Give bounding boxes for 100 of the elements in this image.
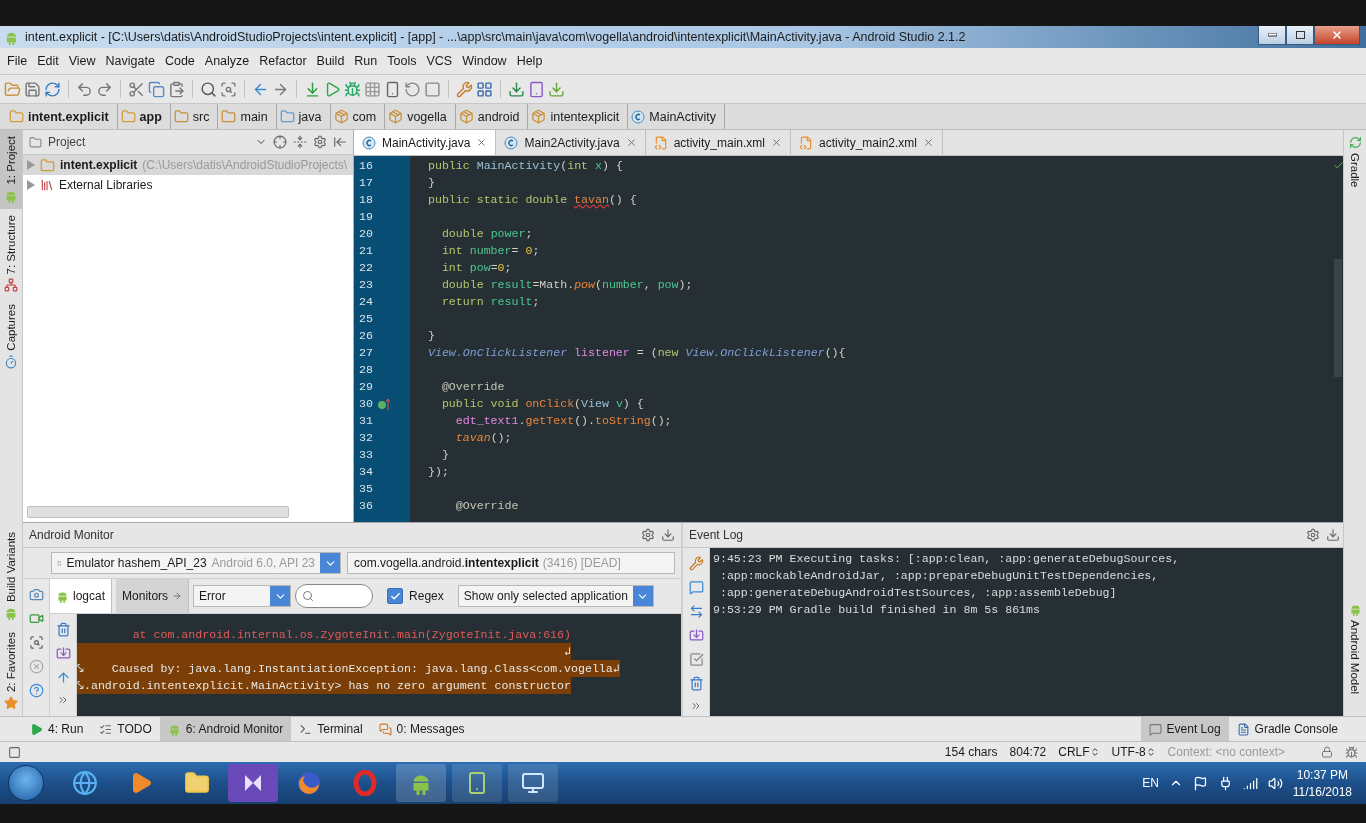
breadcrumb[interactable]: intentexplicit bbox=[528, 104, 629, 129]
tool-window-button[interactable]: TODO bbox=[91, 717, 160, 741]
menu-item[interactable]: Code bbox=[159, 54, 200, 68]
import-icon[interactable] bbox=[55, 646, 71, 661]
scrollbar-thumb[interactable] bbox=[1334, 259, 1342, 377]
settings-icon[interactable] bbox=[641, 528, 655, 542]
monitor-tab[interactable]: Monitors bbox=[116, 579, 190, 613]
hide-icon[interactable] bbox=[333, 135, 347, 149]
menu-item[interactable]: Window bbox=[457, 54, 512, 68]
trash-icon[interactable] bbox=[688, 676, 704, 691]
flag-icon[interactable] bbox=[1192, 775, 1208, 791]
breadcrumb[interactable]: android bbox=[455, 104, 529, 129]
lock-icon[interactable] bbox=[1321, 746, 1333, 758]
settings-icon[interactable] bbox=[1306, 528, 1320, 542]
close-icon[interactable] bbox=[625, 137, 637, 148]
structure-icon[interactable] bbox=[476, 80, 493, 98]
breadcrumb[interactable]: src bbox=[170, 104, 219, 129]
menu-item[interactable]: Help bbox=[511, 54, 548, 68]
taskbar-app[interactable] bbox=[396, 764, 446, 802]
stop-icon[interactable] bbox=[424, 80, 441, 98]
sdk-icon[interactable] bbox=[548, 80, 565, 98]
tool-window-button[interactable]: Event Log bbox=[1140, 717, 1229, 741]
breadcrumb[interactable]: app bbox=[117, 104, 171, 129]
scrollbar[interactable] bbox=[27, 506, 289, 518]
tool-window-button[interactable]: 6: Android Monitor bbox=[159, 717, 292, 741]
avd-icon[interactable] bbox=[528, 80, 545, 98]
inspect-icon[interactable] bbox=[28, 635, 44, 650]
attach-debugger-icon[interactable] bbox=[364, 80, 381, 98]
inspector-icon[interactable] bbox=[1345, 745, 1358, 759]
save-icon[interactable] bbox=[24, 80, 41, 98]
clock[interactable]: 10:37 PM 11/16/2018 bbox=[1292, 767, 1352, 799]
menu-item[interactable]: Run bbox=[349, 54, 383, 68]
tool-window-tab[interactable]: Gradle bbox=[1344, 130, 1366, 194]
menu-item[interactable]: File bbox=[2, 54, 33, 68]
tool-window-tab[interactable]: 1: Project bbox=[0, 130, 22, 209]
close-icon[interactable] bbox=[476, 137, 488, 148]
close-icon[interactable] bbox=[923, 137, 935, 148]
record-icon[interactable] bbox=[28, 611, 44, 626]
monitor-tab[interactable]: logcat bbox=[50, 579, 113, 613]
checkbox-icon[interactable] bbox=[688, 652, 704, 667]
minimize-button[interactable] bbox=[1258, 26, 1286, 45]
filter-dropdown[interactable]: Show only selected application bbox=[457, 585, 654, 607]
process-field[interactable]: com.vogella.android.intentexplicit (3416) [DEAD] bbox=[347, 552, 675, 574]
caret-position[interactable]: 804:72 bbox=[1009, 745, 1047, 759]
menu-item[interactable]: Navigate bbox=[100, 54, 160, 68]
stop-icon[interactable] bbox=[28, 659, 44, 674]
tool-window-button[interactable]: Gradle Console bbox=[1228, 717, 1346, 741]
menu-item[interactable]: View bbox=[63, 54, 101, 68]
taskbar-app[interactable] bbox=[228, 764, 278, 802]
locate-icon[interactable] bbox=[273, 135, 287, 149]
tree-item[interactable]: intent.explicit (C:\Users\datis\AndroidStudioProjects\ bbox=[23, 155, 353, 175]
close-icon[interactable] bbox=[771, 137, 782, 148]
collapse-icon[interactable] bbox=[293, 135, 307, 149]
tool-window-tab[interactable]: 7: Structure bbox=[0, 208, 22, 299]
redo-icon[interactable] bbox=[96, 80, 113, 98]
wrench-icon[interactable] bbox=[456, 80, 473, 98]
search-field[interactable] bbox=[295, 584, 374, 608]
menu-item[interactable]: Analyze bbox=[199, 54, 255, 68]
camera-icon[interactable] bbox=[28, 587, 44, 602]
hide-icon[interactable] bbox=[661, 528, 675, 542]
trash-icon[interactable] bbox=[55, 622, 71, 637]
breadcrumb[interactable]: java bbox=[276, 104, 331, 129]
arrows-icon[interactable] bbox=[688, 604, 704, 619]
taskbar-app[interactable] bbox=[452, 764, 502, 802]
editor-tab[interactable]: activity_main2.xml bbox=[791, 130, 944, 155]
balloon-icon[interactable] bbox=[688, 580, 704, 595]
breadcrumb[interactable]: intent.explicit bbox=[6, 104, 118, 129]
search-icon[interactable] bbox=[200, 80, 217, 98]
tool-window-tab[interactable]: Android Model bbox=[1344, 596, 1366, 700]
language-indicator[interactable]: EN bbox=[1142, 776, 1159, 790]
more-icon[interactable] bbox=[57, 694, 69, 706]
log-level-dropdown[interactable]: Error bbox=[193, 585, 292, 607]
editor-tab[interactable]: MainActivity.java bbox=[354, 130, 497, 155]
import-icon[interactable] bbox=[688, 628, 704, 643]
encoding-selector[interactable]: UTF-8 bbox=[1111, 745, 1156, 759]
panel-toggle-icon[interactable] bbox=[8, 745, 21, 759]
up-arrow-icon[interactable] bbox=[55, 670, 71, 685]
hide-icon[interactable] bbox=[1326, 528, 1340, 542]
menu-item[interactable]: Edit bbox=[32, 54, 64, 68]
taskbar-app[interactable] bbox=[508, 764, 558, 802]
device-icon[interactable] bbox=[384, 80, 401, 98]
line-separator-selector[interactable]: CRLF bbox=[1058, 745, 1100, 759]
replace-icon[interactable] bbox=[220, 80, 237, 98]
more-icon[interactable] bbox=[690, 700, 702, 712]
run-icon[interactable] bbox=[324, 80, 341, 98]
tool-window-button[interactable]: 4: Run bbox=[22, 717, 92, 741]
breadcrumb[interactable]: vogella bbox=[385, 104, 456, 129]
editor-tab[interactable]: activity_main.xml bbox=[645, 130, 791, 155]
tool-window-button[interactable]: 0: Messages bbox=[370, 717, 473, 741]
cut-icon[interactable] bbox=[128, 80, 145, 98]
tool-window-button[interactable]: Terminal bbox=[291, 717, 371, 741]
speaker-icon[interactable] bbox=[1267, 775, 1283, 791]
undo-icon[interactable] bbox=[76, 80, 93, 98]
breadcrumb[interactable]: com bbox=[330, 104, 386, 129]
tool-window-tab[interactable]: 2: Favorites bbox=[0, 625, 22, 716]
make-icon[interactable] bbox=[304, 80, 321, 98]
menu-item[interactable]: Tools bbox=[382, 54, 422, 68]
device-dropdown[interactable]: Emulator hashem_API_23 Android 6.0, API 23 bbox=[51, 552, 341, 574]
open-icon[interactable] bbox=[4, 80, 21, 98]
breadcrumb[interactable]: MainActivity bbox=[628, 104, 725, 129]
